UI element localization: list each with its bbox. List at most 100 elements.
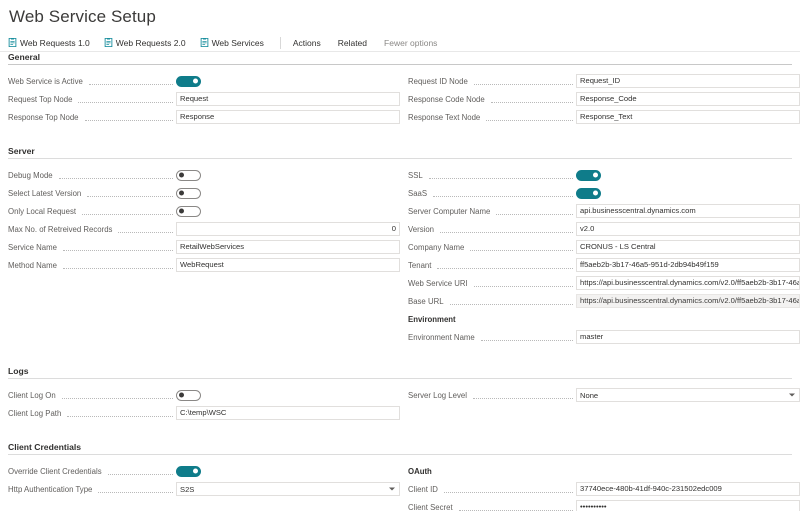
logs-right-column: Server Log Level None [400, 386, 800, 422]
command-web-requests-20[interactable]: Web Requests 2.0 [104, 38, 186, 48]
subgroup-environment-title: Environment [408, 310, 800, 328]
command-web-requests-10[interactable]: Web Requests 1.0 [8, 38, 90, 48]
web-service-uri-input[interactable]: https://api.businesscentral.dynamics.com… [576, 276, 800, 290]
client-log-on-toggle[interactable] [176, 390, 201, 401]
section-client-credentials: Client Credentials Override Client Crede… [0, 442, 800, 511]
leader-dots [62, 398, 173, 399]
field-client-log-path: Client Log Path C:\temp\WSC [8, 404, 400, 422]
client-id-input[interactable]: 37740ece-480b-41df-940c-231502edc009 [576, 482, 800, 496]
field-tenant: Tenant ff5aeb2b-3b17-46a5-951d-2db94b49f… [408, 256, 800, 274]
field-control: Response [176, 110, 400, 124]
field-label: Select Latest Version [8, 189, 85, 198]
field-label: Server Log Level [408, 391, 471, 400]
saas-toggle[interactable] [576, 188, 601, 199]
page-list-icon [104, 38, 113, 47]
leader-dots [67, 416, 173, 417]
method-name-input[interactable]: WebRequest [176, 258, 400, 272]
field-control [576, 188, 800, 199]
field-label: Only Local Request [8, 207, 80, 216]
response-code-node-input[interactable]: Response_Code [576, 92, 800, 106]
response-text-node-input[interactable]: Response_Text [576, 110, 800, 124]
leader-dots [474, 286, 573, 287]
select-latest-version-toggle[interactable] [176, 188, 201, 199]
leader-dots [486, 120, 573, 121]
logs-left-column: Client Log On Client Log Path C:\temp\WS… [0, 386, 400, 422]
company-name-input[interactable]: CRONUS - LS Central [576, 240, 800, 254]
leader-dots [433, 196, 573, 197]
field-label: Service Name [8, 243, 61, 252]
field-client-id: Client ID 37740ece-480b-41df-940c-231502… [408, 480, 800, 498]
field-label: Environment Name [408, 333, 479, 342]
field-label: Client Secret [408, 503, 457, 511]
section-logs: Logs Client Log On Client Log Path C:\te… [0, 366, 800, 422]
field-ssl: SSL [408, 166, 800, 184]
server-computer-name-input[interactable]: api.businesscentral.dynamics.com [576, 204, 800, 218]
field-label: Company Name [408, 243, 468, 252]
selected-value: None [580, 391, 598, 400]
field-label: Max No. of Retreived Records [8, 225, 116, 234]
field-web-service-uri: Web Service URI https://api.businesscent… [408, 274, 800, 292]
leader-dots [82, 214, 173, 215]
field-control [176, 188, 400, 199]
max-retrieved-records-input[interactable]: 0 [176, 222, 400, 236]
leader-dots [437, 268, 573, 269]
command-label: Web Requests 1.0 [20, 38, 90, 48]
field-control: Response_Text [576, 110, 800, 124]
field-control: C:\temp\WSC [176, 406, 400, 420]
field-control [176, 390, 400, 401]
field-max-no-of-retreived-records: Max No. of Retreived Records 0 [8, 220, 400, 238]
response-top-node-input[interactable]: Response [176, 110, 400, 124]
leader-dots [63, 250, 173, 251]
environment-name-input[interactable]: master [576, 330, 800, 344]
leader-dots [440, 232, 573, 233]
section-server: Server Debug Mode Select Latest Version [0, 146, 800, 346]
debug-mode-toggle[interactable] [176, 170, 201, 181]
menu-fewer-options[interactable]: Fewer options [384, 38, 437, 48]
section-client-credentials-title: Client Credentials [0, 442, 800, 454]
server-log-level-select[interactable]: None [576, 388, 800, 402]
client-log-path-input[interactable]: C:\temp\WSC [176, 406, 400, 420]
client-secret-input[interactable]: •••••••••• [576, 500, 800, 511]
field-control: Request [176, 92, 400, 106]
field-control: Response_Code [576, 92, 800, 106]
web-service-is-active-toggle[interactable] [176, 76, 201, 87]
field-request-top-node: Request Top Node Request [8, 90, 400, 108]
leader-dots [491, 102, 573, 103]
field-label: Web Service is Active [8, 77, 87, 86]
section-server-columns: Debug Mode Select Latest Version Only Lo… [0, 159, 800, 346]
leader-dots [459, 510, 573, 511]
version-input[interactable]: v2.0 [576, 222, 800, 236]
leader-dots [89, 84, 173, 85]
field-control: •••••••••• [576, 500, 800, 511]
field-service-name: Service Name RetailWebServices [8, 238, 400, 256]
tenant-input[interactable]: ff5aeb2b-3b17-46a5-951d-2db94b49f159 [576, 258, 800, 272]
service-name-input[interactable]: RetailWebServices [176, 240, 400, 254]
request-top-node-input[interactable]: Request [176, 92, 400, 106]
only-local-request-toggle[interactable] [176, 206, 201, 217]
section-logs-columns: Client Log On Client Log Path C:\temp\WS… [0, 379, 800, 422]
leader-dots [470, 250, 573, 251]
command-web-services[interactable]: Web Services [200, 38, 264, 48]
field-control: https://api.businesscentral.dynamics.com… [576, 276, 800, 290]
field-control: None [576, 388, 800, 402]
field-control: S2S [176, 482, 400, 496]
ssl-toggle[interactable] [576, 170, 601, 181]
field-label: Server Computer Name [408, 207, 494, 216]
leader-dots [78, 102, 173, 103]
field-client-secret: Client Secret •••••••••• [408, 498, 800, 511]
field-label: Debug Mode [8, 171, 57, 180]
http-authentication-type-select[interactable]: S2S [176, 482, 400, 496]
request-id-node-input[interactable]: Request_ID [576, 74, 800, 88]
field-debug-mode: Debug Mode [8, 166, 400, 184]
section-general: General Web Service is Active Request To… [0, 52, 800, 126]
override-client-credentials-toggle[interactable] [176, 466, 201, 477]
menu-related[interactable]: Related [338, 38, 367, 48]
field-server-log-level: Server Log Level None [408, 386, 800, 404]
command-label: Web Requests 2.0 [116, 38, 186, 48]
field-server-computer-name: Server Computer Name api.businesscentral… [408, 202, 800, 220]
page-list-icon [200, 38, 209, 47]
field-version: Version v2.0 [408, 220, 800, 238]
menu-actions[interactable]: Actions [293, 38, 321, 48]
leader-dots [63, 268, 173, 269]
field-label: Tenant [408, 261, 435, 270]
